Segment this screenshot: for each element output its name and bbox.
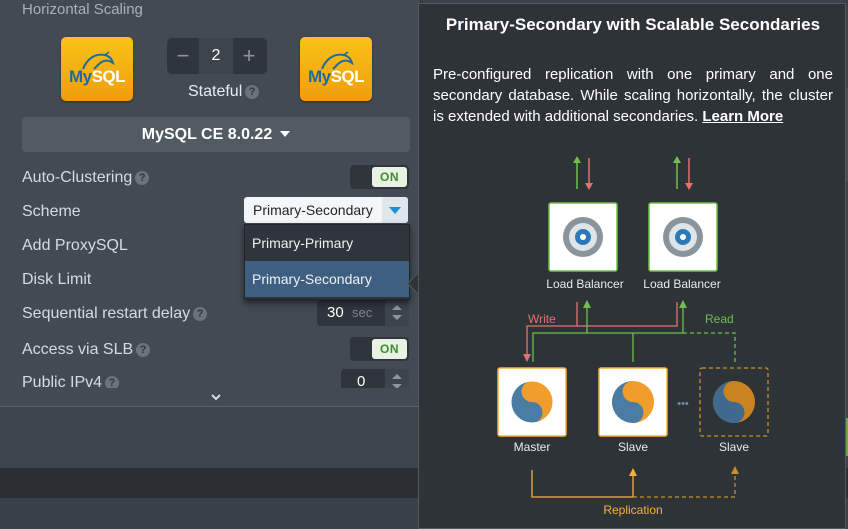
decrement-button[interactable]: − — [167, 38, 199, 74]
write-path — [526, 302, 678, 358]
access-slb-toggle[interactable]: ON — [350, 337, 409, 361]
lb2-io-arrows — [673, 156, 693, 190]
toggle-on-label: ON — [372, 339, 407, 359]
read-arrowhead-1 — [583, 300, 591, 308]
public-ipv4-input[interactable]: 0 — [341, 369, 409, 388]
disk-limit-label: Disk Limit — [22, 271, 92, 288]
option-primary-secondary[interactable]: Primary-Secondary — [245, 261, 409, 297]
spin-arrows-icon[interactable] — [385, 369, 409, 388]
mysql-logo-left[interactable]: MySQL — [61, 37, 133, 101]
add-proxysql-label: Add ProxySQL — [22, 237, 128, 254]
logo-text-sql: SQL — [330, 67, 365, 86]
replication-label: Replication — [603, 503, 662, 517]
slave-node-2-dashed — [699, 367, 769, 437]
learn-more-link[interactable]: Learn More — [702, 108, 783, 125]
master-node — [497, 367, 567, 437]
tooltip-title: Primary-Secondary with Scalable Secondar… — [445, 15, 821, 34]
master-label: Master — [514, 440, 551, 454]
read-arrowhead-2 — [679, 300, 687, 308]
logo-text-sql: SQL — [91, 67, 126, 86]
scheme-dropdown: Primary-Primary Primary-Secondary — [244, 224, 410, 300]
dropdown-arrow-icon[interactable] — [382, 197, 408, 223]
node-count-stepper: − 2 + — [167, 38, 267, 74]
load-balancer-node-2 — [648, 202, 718, 272]
version-select[interactable]: MySQL CE 8.0.22 — [22, 117, 410, 152]
public-ipv4-value: 0 — [357, 373, 366, 388]
slave1-label: Slave — [618, 440, 648, 454]
auto-clustering-toggle[interactable]: ON — [350, 165, 409, 189]
scheme-label: Scheme — [22, 203, 81, 220]
public-ipv4-clip: Public IPv4? 0 — [0, 366, 420, 388]
auto-clustering-label: Auto-Clustering — [22, 169, 133, 186]
auto-clustering-row: Auto-Clustering? — [22, 169, 150, 187]
public-ipv4-row: Public IPv4? — [22, 374, 120, 388]
lb2-label: Load Balancer — [643, 277, 720, 291]
restart-delay-input[interactable]: 30 sec — [317, 300, 409, 326]
stateful-label: Stateful? — [188, 83, 260, 101]
logo-text-my: My — [307, 67, 331, 86]
chevron-down-icon[interactable] — [209, 390, 223, 404]
scheme-value: Primary-Secondary — [253, 202, 373, 218]
mysql-logo-right[interactable]: MySQL — [300, 37, 372, 101]
section-title: Horizontal Scaling — [22, 1, 143, 18]
scheme-select[interactable]: Primary-Secondary — [244, 197, 408, 223]
logo-text-my: My — [68, 67, 92, 86]
restart-delay-value: 30 — [327, 304, 344, 321]
access-slb-row: Access via SLB? — [22, 341, 151, 359]
write-label: Write — [528, 312, 556, 326]
write-arrowhead — [523, 354, 531, 362]
help-icon[interactable]: ? — [193, 307, 208, 321]
read-path-dashed — [683, 332, 736, 362]
restart-delay-unit: sec — [352, 305, 373, 320]
slave-node-1 — [598, 367, 668, 437]
node-count-value[interactable]: 2 — [199, 38, 233, 74]
panel-footer — [0, 406, 420, 469]
help-icon[interactable]: ? — [105, 376, 120, 388]
sequential-restart-row: Sequential restart delay? — [22, 305, 208, 323]
public-ipv4-label: Public IPv4 — [22, 374, 103, 388]
more-nodes-dots: ••• — [677, 398, 689, 410]
read-label: Read — [705, 312, 734, 326]
replication-arrowhead-2 — [731, 466, 739, 474]
sequential-restart-label: Sequential restart delay — [22, 305, 191, 322]
help-icon[interactable]: ? — [136, 343, 151, 357]
spin-arrows-icon[interactable] — [385, 300, 409, 326]
replication-arrowhead — [629, 468, 637, 476]
tooltip-description: Pre-configured replication with one prim… — [433, 64, 833, 127]
replication-diagram: Load Balancer Load Balancer Write Read •… — [497, 156, 769, 517]
toggle-on-label: ON — [372, 167, 407, 187]
lb1-label: Load Balancer — [546, 277, 623, 291]
help-icon[interactable]: ? — [245, 85, 260, 99]
increment-button[interactable]: + — [233, 38, 265, 74]
load-balancer-node-1 — [548, 202, 618, 272]
option-primary-primary[interactable]: Primary-Primary — [245, 225, 409, 261]
help-icon[interactable]: ? — [135, 171, 150, 185]
lb1-io-arrows — [573, 156, 593, 190]
access-slb-label: Access via SLB — [22, 341, 134, 358]
stateful-text: Stateful — [188, 83, 243, 100]
caret-down-icon — [280, 131, 291, 137]
slave2-label: Slave — [719, 440, 749, 454]
version-label: MySQL CE 8.0.22 — [141, 126, 273, 143]
